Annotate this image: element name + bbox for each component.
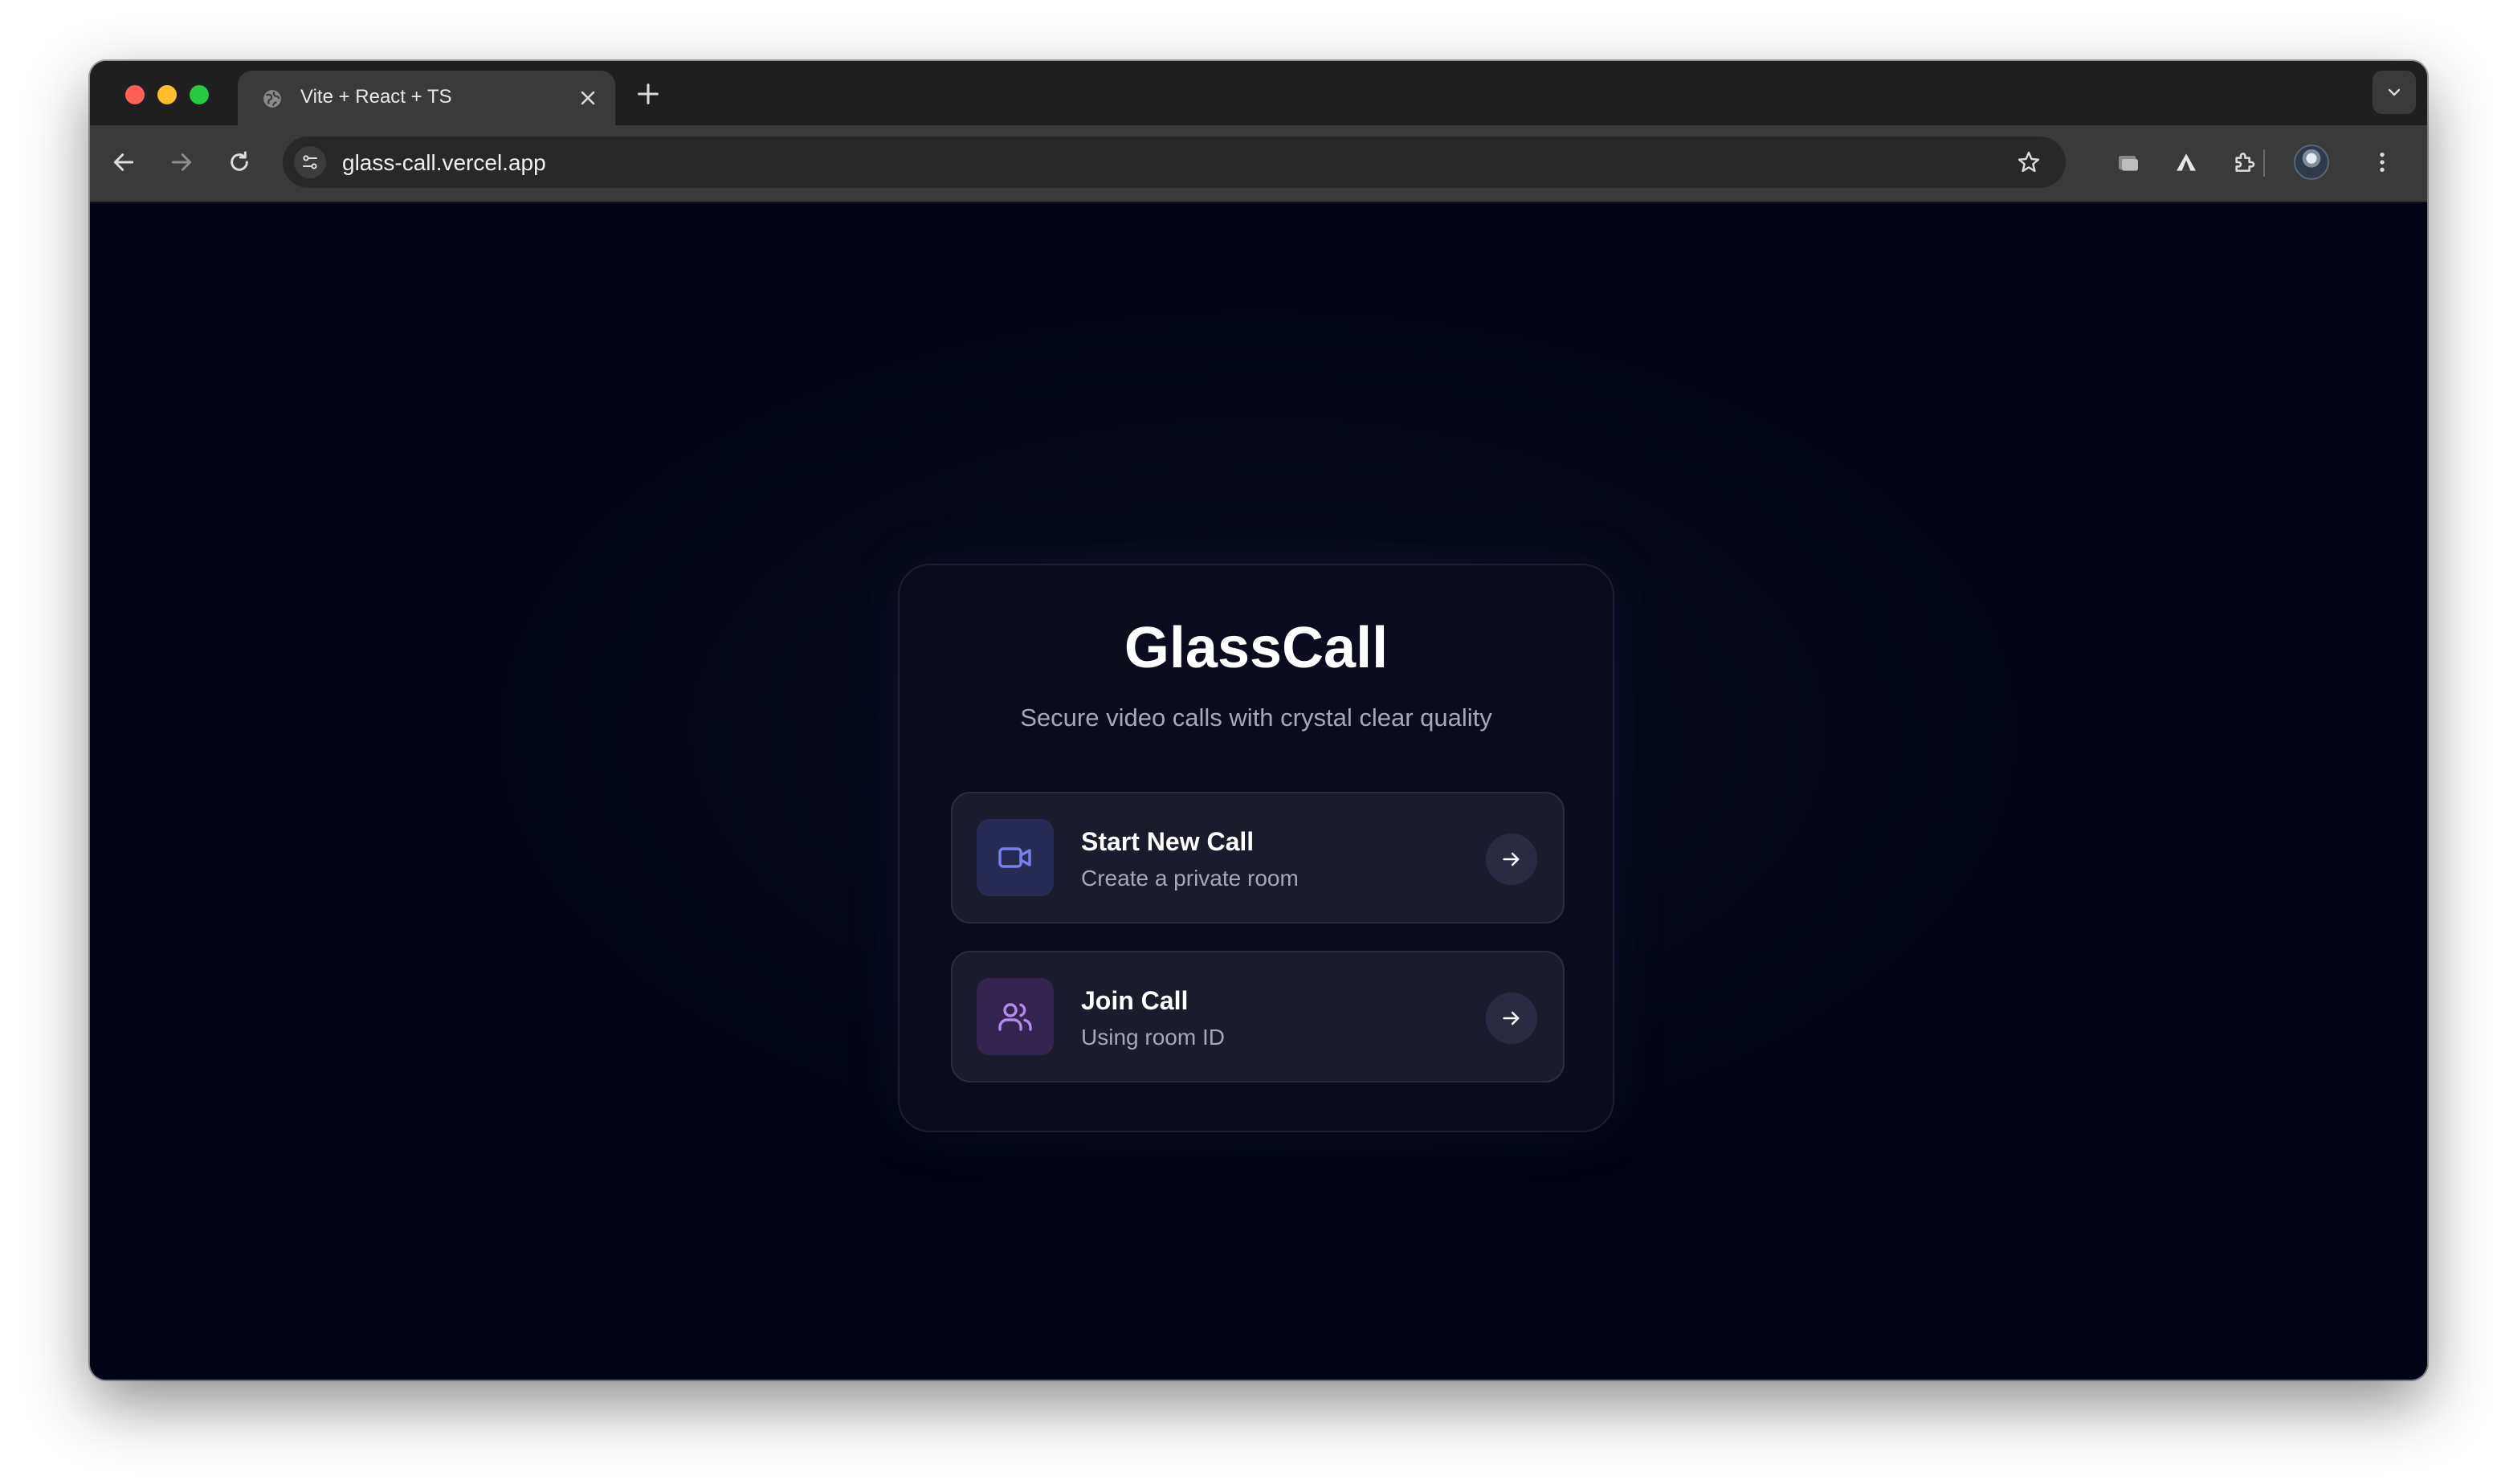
reload-icon[interactable] — [226, 149, 252, 175]
plus-icon[interactable] — [634, 80, 662, 108]
browser-toolbar: glass-call.vercel.app — [90, 125, 2427, 202]
start-call-icon-tile — [977, 819, 1054, 896]
join-call-icon-tile — [977, 978, 1054, 1055]
kebab-menu-icon[interactable] — [2369, 149, 2395, 175]
chevron-down-icon — [2388, 88, 2401, 96]
app-subtitle: Secure video calls with crystal clear qu… — [1020, 703, 1492, 732]
start-call-description: Create a private room — [1081, 866, 1299, 891]
avatar[interactable] — [2294, 145, 2329, 180]
arrow-right-icon[interactable] — [169, 149, 194, 175]
join-call-title: Join Call — [1081, 986, 1189, 1015]
users-icon — [998, 1003, 1032, 1031]
join-call-description: Using room ID — [1081, 1025, 1225, 1050]
close-window-button[interactable] — [125, 85, 145, 104]
triangle-icon[interactable] — [2173, 149, 2199, 175]
site-settings-button[interactable] — [294, 146, 326, 178]
tab-list-button[interactable] — [2373, 71, 2416, 114]
arrow-right-icon — [1503, 852, 1520, 866]
address-bar[interactable]: glass-call.vercel.app — [283, 137, 2066, 188]
arrow-left-icon[interactable] — [111, 149, 137, 175]
star-icon[interactable] — [2016, 149, 2042, 175]
browser-tab[interactable]: Vite + React + TS — [238, 71, 615, 125]
arrow-right-icon — [1503, 1011, 1520, 1025]
close-icon[interactable] — [577, 87, 599, 109]
start-call-title: Start New Call — [1081, 827, 1255, 856]
puzzle-icon[interactable] — [2231, 149, 2257, 175]
tab-title: Vite + React + TS — [300, 86, 452, 108]
folder-icon[interactable] — [2116, 149, 2141, 175]
toolbar-divider — [2263, 149, 2265, 177]
maximize-window-button[interactable] — [190, 85, 209, 104]
globe-icon — [263, 90, 281, 108]
app-title: GlassCall — [1124, 616, 1389, 680]
tab-strip: Vite + React + TS — [90, 61, 2427, 125]
url-text[interactable]: glass-call.vercel.app — [342, 150, 546, 176]
tune-icon — [303, 155, 317, 169]
browser-window: Vite + React + TS glass-call.vercel.app … — [90, 61, 2427, 1380]
page-viewport: GlassCall Secure video calls with crysta… — [90, 202, 2427, 1380]
video-camera-icon — [998, 847, 1031, 868]
welcome-card: GlassCall Secure video calls with crysta… — [898, 564, 1614, 1132]
start-call-arrow[interactable] — [1486, 834, 1537, 885]
start-new-call-button[interactable]: Start New Call Create a private room — [951, 792, 1565, 923]
join-call-button[interactable]: Join Call Using room ID — [951, 951, 1565, 1082]
minimize-window-button[interactable] — [157, 85, 177, 104]
join-call-arrow[interactable] — [1486, 993, 1537, 1044]
